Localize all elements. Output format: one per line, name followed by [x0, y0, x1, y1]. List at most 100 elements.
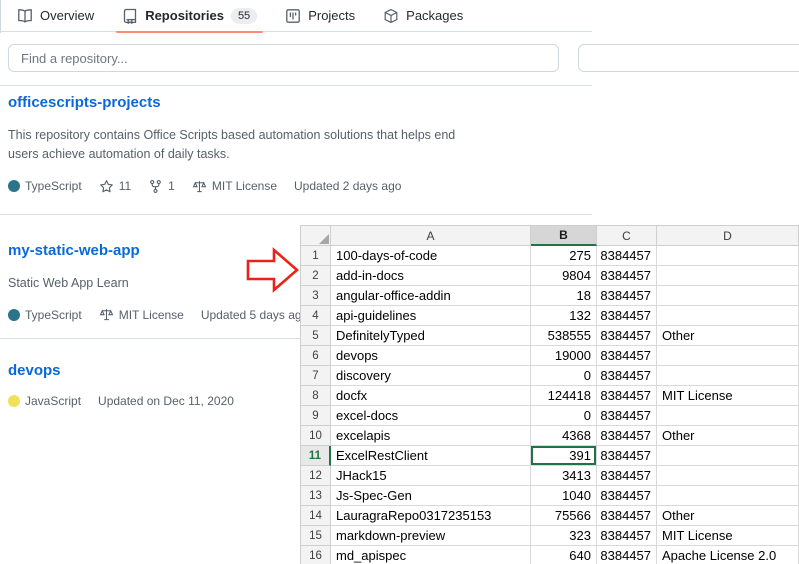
cell-d14[interactable]: Other: [657, 506, 799, 526]
cell-c2[interactable]: 8384457: [597, 266, 657, 286]
cell-b3[interactable]: 18: [531, 286, 597, 306]
repo-language: JavaScript: [8, 394, 81, 408]
row-header-11[interactable]: 11: [301, 446, 331, 466]
cell-a15[interactable]: markdown-preview: [331, 526, 531, 546]
cell-c5[interactable]: 8384457: [597, 326, 657, 346]
cell-d6[interactable]: [657, 346, 799, 366]
cell-d15[interactable]: MIT License: [657, 526, 799, 546]
cell-c16[interactable]: 8384457: [597, 546, 657, 564]
type-filter-button[interactable]: [578, 44, 799, 72]
cell-b5[interactable]: 538555: [531, 326, 597, 346]
row-header-8[interactable]: 8: [301, 386, 331, 406]
cell-a10[interactable]: excelapis: [331, 426, 531, 446]
cell-d8[interactable]: MIT License: [657, 386, 799, 406]
cell-b13[interactable]: 1040: [531, 486, 597, 506]
row-header-5[interactable]: 5: [301, 326, 331, 346]
cell-d10[interactable]: Other: [657, 426, 799, 446]
cell-a9[interactable]: excel-docs: [331, 406, 531, 426]
cell-a16[interactable]: md_apispec: [331, 546, 531, 564]
cell-b7[interactable]: 0: [531, 366, 597, 386]
cell-b4[interactable]: 132: [531, 306, 597, 326]
cell-c12[interactable]: 8384457: [597, 466, 657, 486]
cell-c7[interactable]: 8384457: [597, 366, 657, 386]
select-all-corner[interactable]: [301, 226, 331, 246]
cell-d12[interactable]: [657, 466, 799, 486]
row-header-3[interactable]: 3: [301, 286, 331, 306]
cell-c1[interactable]: 8384457: [597, 246, 657, 266]
row-header-12[interactable]: 12: [301, 466, 331, 486]
row-header-14[interactable]: 14: [301, 506, 331, 526]
row-header-16[interactable]: 16: [301, 546, 331, 564]
row-header-2[interactable]: 2: [301, 266, 331, 286]
tab-repositories[interactable]: Repositories 55: [112, 0, 267, 32]
column-header-c[interactable]: C: [597, 226, 657, 246]
cell-b6[interactable]: 19000: [531, 346, 597, 366]
tab-overview[interactable]: Overview: [7, 0, 104, 32]
row-header-7[interactable]: 7: [301, 366, 331, 386]
cell-c11[interactable]: 8384457: [597, 446, 657, 466]
cell-b16[interactable]: 640: [531, 546, 597, 564]
cell-a8[interactable]: docfx: [331, 386, 531, 406]
language-dot: [8, 309, 20, 321]
cell-c14[interactable]: 8384457: [597, 506, 657, 526]
cell-d2[interactable]: [657, 266, 799, 286]
cell-d3[interactable]: [657, 286, 799, 306]
cell-b9[interactable]: 0: [531, 406, 597, 426]
cell-a7[interactable]: discovery: [331, 366, 531, 386]
repo-meta: TypeScript MIT License Updated 5 days ag…: [8, 307, 308, 322]
cell-d1[interactable]: [657, 246, 799, 266]
row-header-13[interactable]: 13: [301, 486, 331, 506]
red-arrow: [245, 246, 301, 294]
cell-a2[interactable]: add-in-docs: [331, 266, 531, 286]
tab-projects[interactable]: Projects: [275, 0, 365, 32]
cell-c13[interactable]: 8384457: [597, 486, 657, 506]
row-header-6[interactable]: 6: [301, 346, 331, 366]
cell-c8[interactable]: 8384457: [597, 386, 657, 406]
row-header-1[interactable]: 1: [301, 246, 331, 266]
cell-b11[interactable]: 391: [531, 446, 597, 466]
cell-c15[interactable]: 8384457: [597, 526, 657, 546]
cell-b14[interactable]: 75566: [531, 506, 597, 526]
row-header-9[interactable]: 9: [301, 406, 331, 426]
cell-c10[interactable]: 8384457: [597, 426, 657, 446]
cell-a12[interactable]: JHack15: [331, 466, 531, 486]
column-header-b[interactable]: B: [531, 226, 597, 246]
cell-a4[interactable]: api-guidelines: [331, 306, 531, 326]
cell-b10[interactable]: 4368: [531, 426, 597, 446]
cell-a11[interactable]: ExcelRestClient: [331, 446, 531, 466]
cell-c4[interactable]: 8384457: [597, 306, 657, 326]
repo-link[interactable]: my-static-web-app: [8, 242, 140, 259]
find-repository-input[interactable]: [8, 44, 559, 72]
cell-a5[interactable]: DefinitelyTyped: [331, 326, 531, 346]
cell-d4[interactable]: [657, 306, 799, 326]
cell-d5[interactable]: Other: [657, 326, 799, 346]
repo-stars[interactable]: 11: [99, 179, 131, 194]
cell-b12[interactable]: 3413: [531, 466, 597, 486]
cell-d11[interactable]: [657, 446, 799, 466]
tab-packages[interactable]: Packages: [373, 0, 473, 32]
row-header-10[interactable]: 10: [301, 426, 331, 446]
cell-c6[interactable]: 8384457: [597, 346, 657, 366]
cell-c3[interactable]: 8384457: [597, 286, 657, 306]
column-header-d[interactable]: D: [657, 226, 799, 246]
cell-b1[interactable]: 275: [531, 246, 597, 266]
cell-a1[interactable]: 100-days-of-code: [331, 246, 531, 266]
cell-d9[interactable]: [657, 406, 799, 426]
row-header-4[interactable]: 4: [301, 306, 331, 326]
cell-a13[interactable]: Js-Spec-Gen: [331, 486, 531, 506]
repo-link[interactable]: devops: [8, 362, 61, 379]
row-header-15[interactable]: 15: [301, 526, 331, 546]
cell-a14[interactable]: LauragraRepo0317235153: [331, 506, 531, 526]
cell-d7[interactable]: [657, 366, 799, 386]
cell-b15[interactable]: 323: [531, 526, 597, 546]
repo-link[interactable]: officescripts-projects: [8, 94, 161, 111]
column-header-a[interactable]: A: [331, 226, 531, 246]
cell-a3[interactable]: angular-office-addin: [331, 286, 531, 306]
cell-a6[interactable]: devops: [331, 346, 531, 366]
cell-c9[interactable]: 8384457: [597, 406, 657, 426]
cell-d16[interactable]: Apache License 2.0: [657, 546, 799, 564]
repo-forks[interactable]: 1: [148, 179, 175, 194]
cell-b2[interactable]: 9804: [531, 266, 597, 286]
cell-b8[interactable]: 124418: [531, 386, 597, 406]
cell-d13[interactable]: [657, 486, 799, 506]
